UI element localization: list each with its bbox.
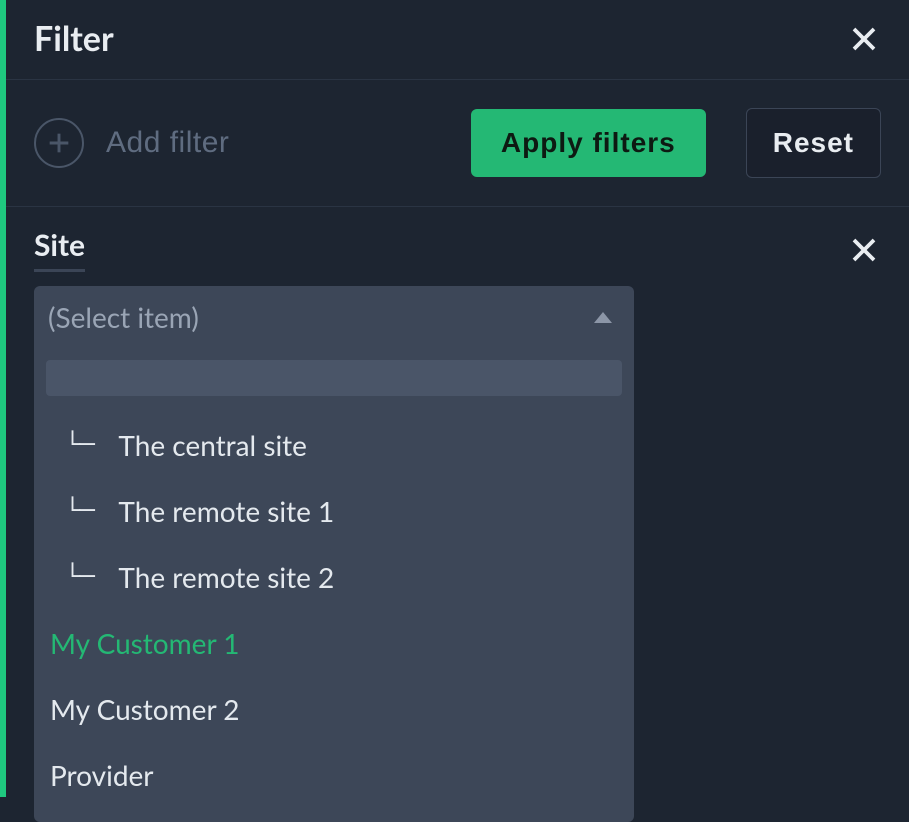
dropdown-item[interactable]: My Customer 2 — [46, 676, 622, 742]
dropdown-item-label: The central site — [118, 428, 307, 462]
close-panel-button[interactable] — [847, 22, 881, 56]
dropdown-item-label: My Customer 2 — [50, 692, 239, 726]
dropdown-placeholder: (Select item) — [48, 300, 199, 334]
dropdown-item[interactable]: My Customer 1 — [46, 610, 622, 676]
tree-branch-icon: └─ — [50, 496, 108, 526]
filter-label-row: Site — [34, 227, 881, 272]
dropdown-toggle[interactable]: (Select item) — [34, 286, 634, 348]
filter-field-label: Site — [34, 227, 85, 272]
dropdown-item[interactable]: Provider — [46, 742, 622, 808]
dropdown-item[interactable]: └─ The remote site 1 — [46, 478, 622, 544]
filter-toolbar: Add filter Apply filters Reset — [6, 79, 909, 207]
close-icon — [849, 235, 879, 265]
tree-branch-icon: └─ — [50, 562, 108, 592]
panel-header: Filter — [6, 0, 909, 79]
site-dropdown: (Select item) └─ The central site └─ The… — [34, 286, 634, 822]
apply-filters-button[interactable]: Apply filters — [471, 109, 706, 177]
filter-panel: Filter Add filter Apply filters Reset Si… — [0, 0, 909, 797]
dropdown-item-label: Provider — [50, 758, 153, 792]
dropdown-item-label: My Customer 1 — [50, 626, 239, 660]
add-filter-button[interactable]: Add filter — [34, 118, 229, 168]
reset-button[interactable]: Reset — [746, 108, 881, 178]
tree-branch-icon: └─ — [50, 430, 108, 460]
dropdown-list: └─ The central site └─ The remote site 1… — [46, 396, 622, 808]
dropdown-item-label: The remote site 2 — [118, 560, 334, 594]
remove-filter-button[interactable] — [847, 233, 881, 267]
dropdown-item[interactable]: └─ The central site — [46, 412, 622, 478]
close-icon — [849, 24, 879, 54]
panel-title: Filter — [34, 18, 114, 59]
add-filter-label: Add filter — [106, 126, 229, 160]
dropdown-item[interactable]: └─ The remote site 2 — [46, 544, 622, 610]
caret-up-icon — [594, 312, 612, 323]
plus-icon — [34, 118, 84, 168]
dropdown-body: └─ The central site └─ The remote site 1… — [34, 348, 634, 822]
dropdown-item-label: The remote site 1 — [118, 494, 334, 528]
dropdown-search-input[interactable] — [46, 360, 622, 396]
filter-section-site: Site (Select item) └─ The central site └… — [6, 207, 909, 822]
